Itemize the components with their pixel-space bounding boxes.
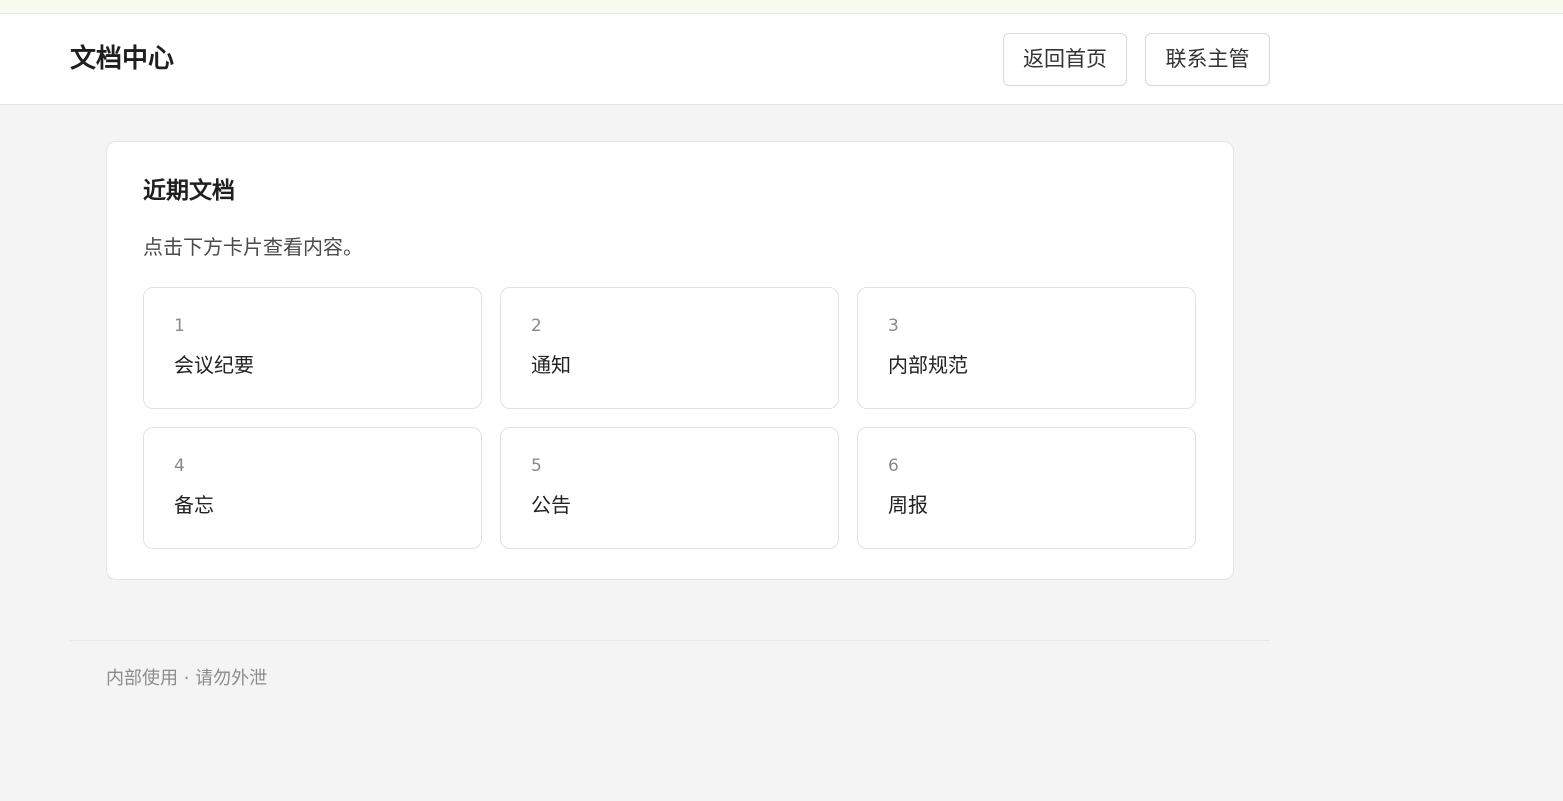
card-label: 内部规范 bbox=[888, 353, 968, 377]
contact-supervisor-button[interactable]: 联系主管 bbox=[1145, 33, 1270, 86]
back-home-button[interactable]: 返回首页 bbox=[1003, 33, 1127, 86]
top-strip bbox=[0, 0, 1563, 14]
card-label: 会议纪要 bbox=[174, 353, 254, 377]
card-number: 3 bbox=[888, 316, 899, 336]
site-title: 文档中心 bbox=[70, 44, 175, 74]
document-card-2[interactable]: 2 通知 bbox=[500, 287, 839, 409]
panel-title: 近期文档 bbox=[143, 178, 235, 204]
card-label: 通知 bbox=[531, 353, 571, 377]
card-label: 公告 bbox=[531, 493, 571, 517]
footer-notice: 内部使用 · 请勿外泄 bbox=[106, 668, 268, 689]
document-card-1[interactable]: 1 会议纪要 bbox=[143, 287, 482, 409]
document-card-5[interactable]: 5 公告 bbox=[500, 427, 839, 549]
document-card-6[interactable]: 6 周报 bbox=[857, 427, 1196, 549]
card-label: 周报 bbox=[888, 493, 928, 517]
card-number: 2 bbox=[531, 316, 542, 336]
page-header: 文档中心 返回首页 联系主管 bbox=[0, 14, 1563, 105]
card-label: 备忘 bbox=[174, 493, 214, 517]
recent-documents-panel: 近期文档 点击下方卡片查看内容。 1 会议纪要 2 通知 3 内部规范 4 备忘… bbox=[106, 141, 1234, 580]
footer-divider bbox=[70, 640, 1270, 641]
document-card-3[interactable]: 3 内部规范 bbox=[857, 287, 1196, 409]
card-number: 5 bbox=[531, 456, 542, 476]
panel-description: 点击下方卡片查看内容。 bbox=[143, 235, 363, 259]
card-number: 4 bbox=[174, 456, 185, 476]
card-number: 6 bbox=[888, 456, 899, 476]
document-card-4[interactable]: 4 备忘 bbox=[143, 427, 482, 549]
card-number: 1 bbox=[174, 316, 185, 336]
